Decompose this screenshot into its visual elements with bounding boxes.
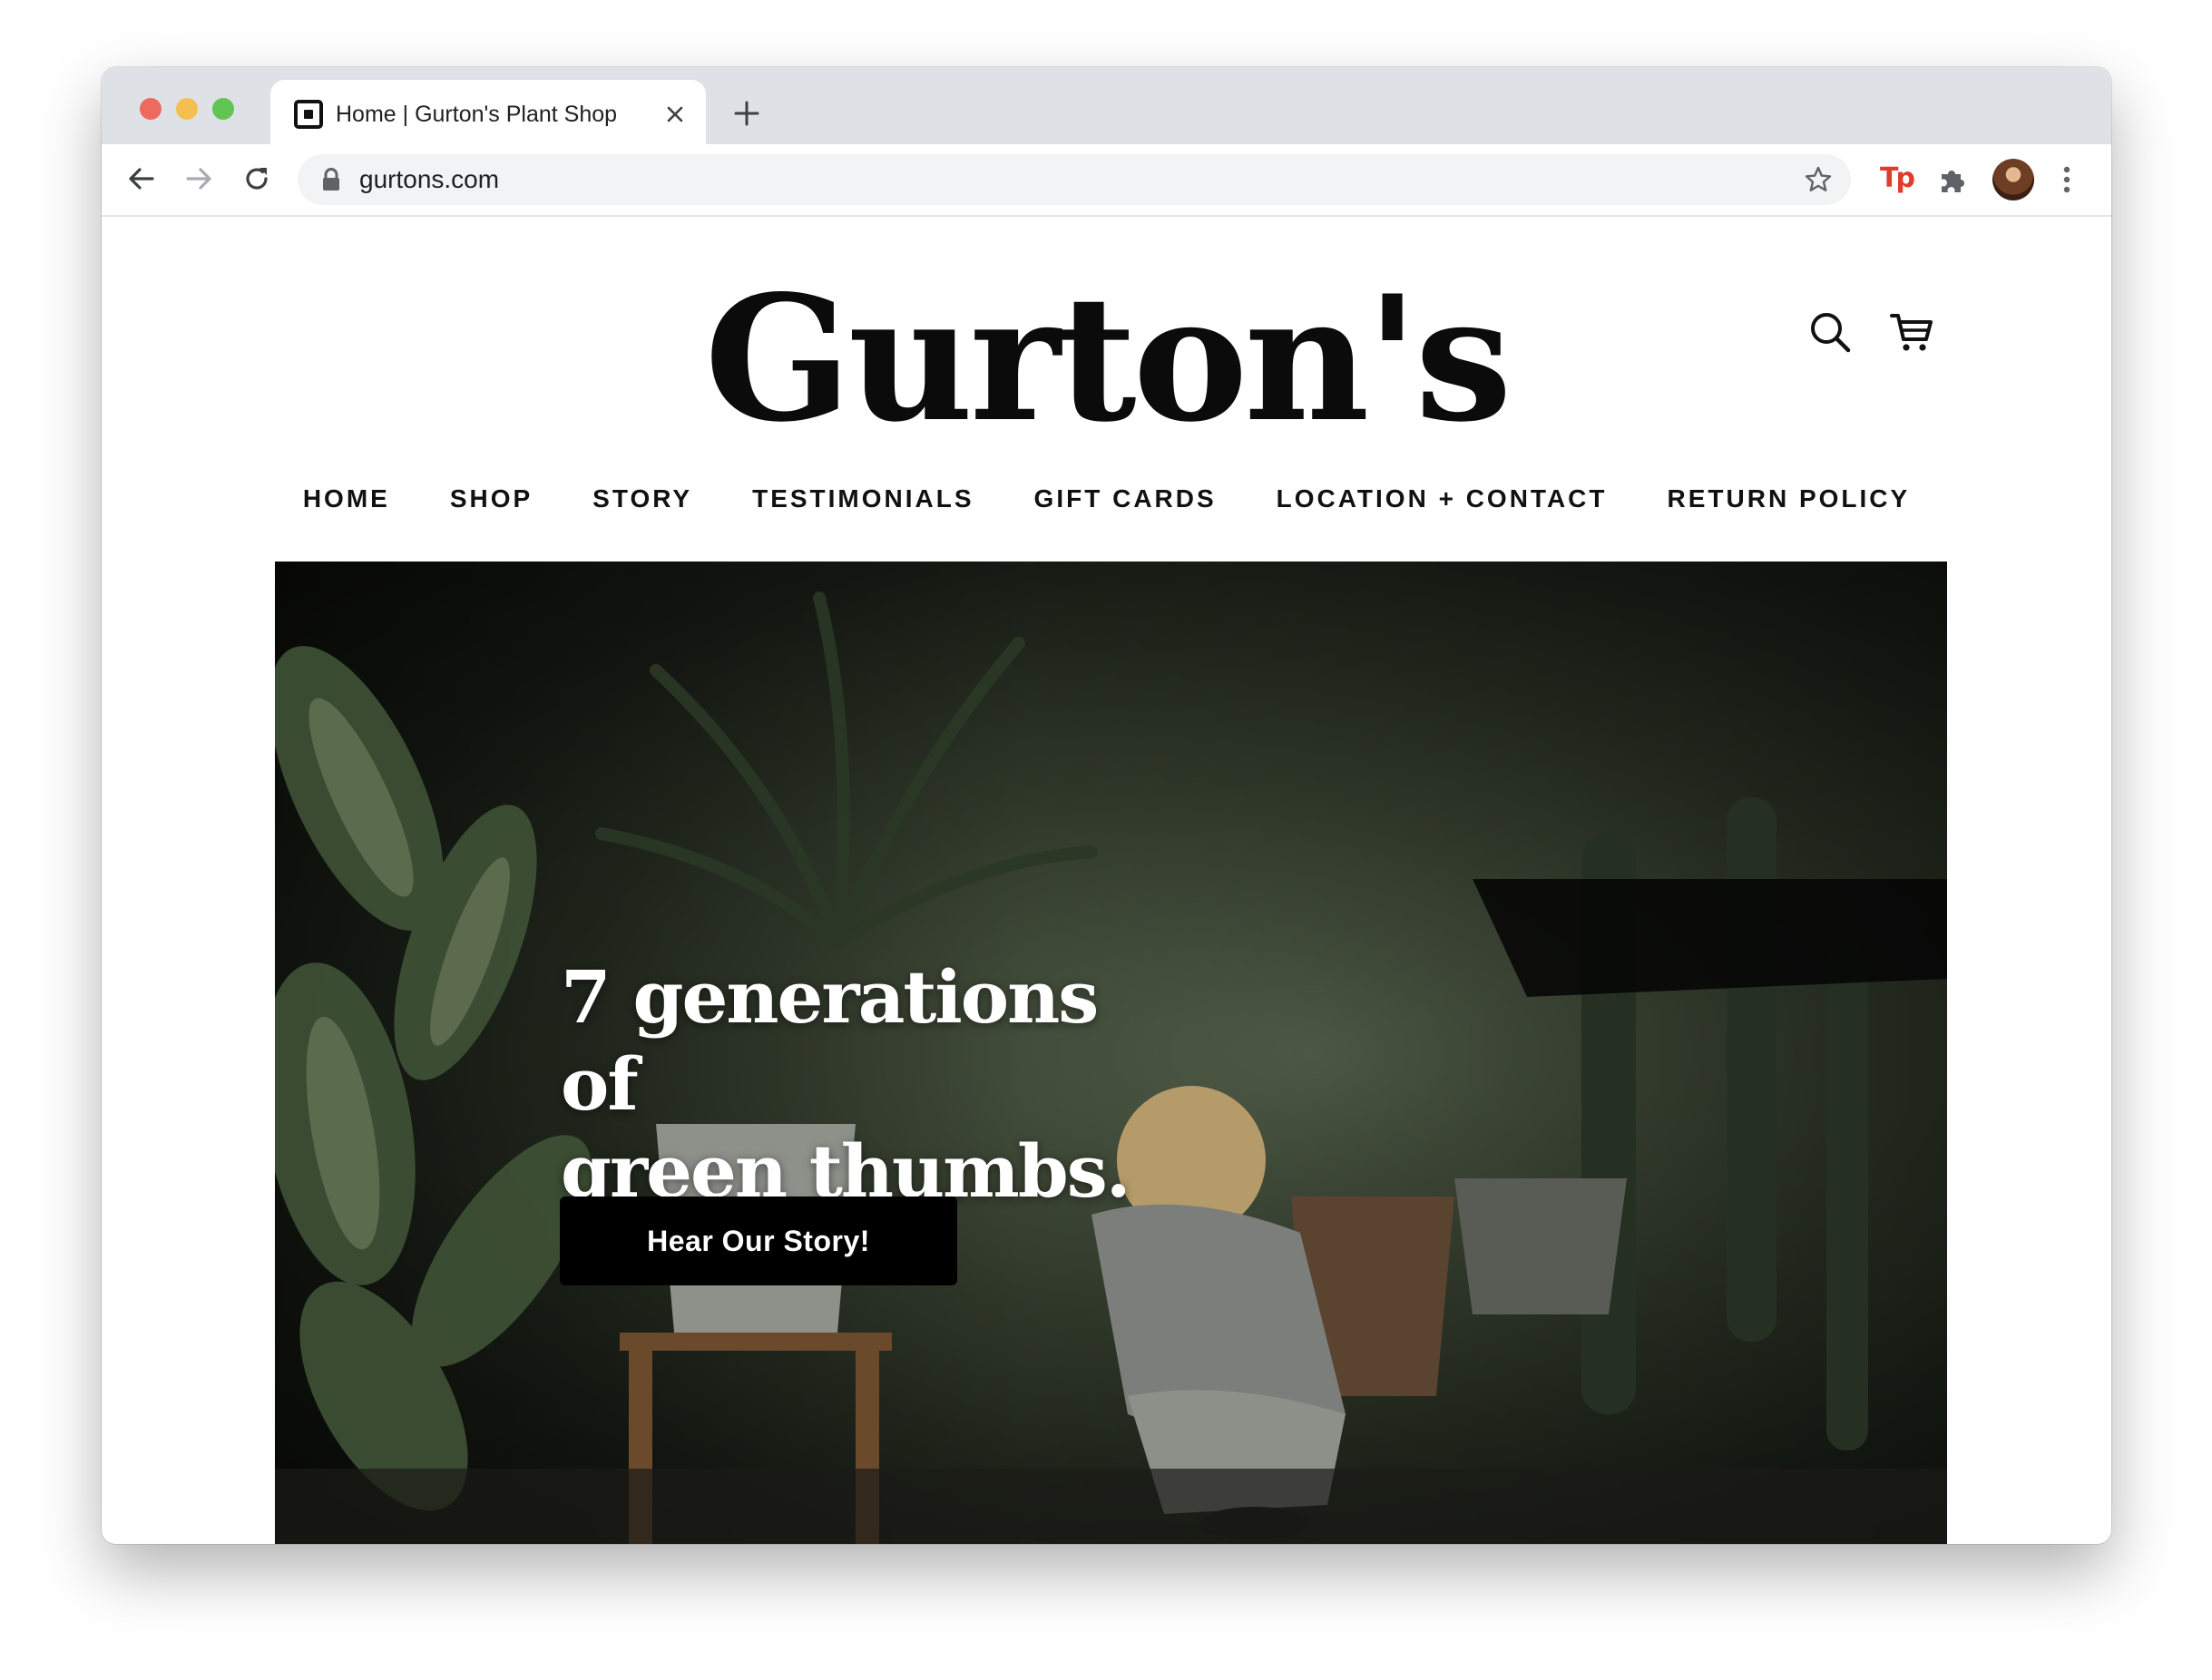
- tab-strip: Home | Gurton's Plant Shop: [102, 67, 2111, 144]
- url-text[interactable]: gurtons.com: [359, 165, 499, 194]
- browser-tab[interactable]: Home | Gurton's Plant Shop: [270, 80, 706, 144]
- maximize-window-button[interactable]: [212, 98, 234, 120]
- tp-extension-icon[interactable]: Tp: [1880, 159, 1915, 199]
- nav-home[interactable]: HOME: [303, 476, 390, 522]
- close-window-button[interactable]: [140, 98, 161, 120]
- square-logo-icon: [294, 100, 323, 129]
- nav-shop[interactable]: SHOP: [450, 476, 533, 522]
- nav-gift-cards[interactable]: GIFT CARDS: [1034, 476, 1217, 522]
- nav-return-policy[interactable]: RETURN POLICY: [1668, 476, 1911, 522]
- nav-testimonials[interactable]: TESTIMONIALS: [752, 476, 974, 522]
- page-content: Gurton's HOME SHOP STORY TESTIMONIALS GI…: [102, 217, 2111, 1544]
- reload-icon[interactable]: [240, 162, 273, 195]
- forward-arrow-icon[interactable]: [182, 162, 215, 195]
- hero-heading: 7 generations of green thumbs.: [561, 953, 1141, 1215]
- main-navigation: HOME SHOP STORY TESTIMONIALS GIFT CARDS …: [102, 476, 2111, 522]
- back-arrow-icon[interactable]: [125, 162, 158, 195]
- site-logo[interactable]: Gurton's: [102, 255, 2111, 464]
- kebab-menu-icon[interactable]: [2061, 164, 2072, 195]
- profile-avatar[interactable]: [1992, 159, 2034, 200]
- nav-story[interactable]: STORY: [592, 476, 692, 522]
- search-icon[interactable]: [1807, 309, 1853, 355]
- address-bar[interactable]: gurtons.com: [298, 154, 1851, 205]
- star-icon[interactable]: [1804, 165, 1833, 194]
- hero-heading-line-1: 7 generations of: [561, 954, 1099, 1127]
- cart-icon[interactable]: [1889, 309, 1934, 355]
- lock-icon[interactable]: [321, 168, 341, 191]
- tab-title: Home | Gurton's Plant Shop: [336, 102, 618, 127]
- nav-location-contact[interactable]: LOCATION + CONTACT: [1277, 476, 1608, 522]
- minimize-window-button[interactable]: [176, 98, 198, 120]
- puzzle-icon[interactable]: [1938, 164, 1969, 195]
- close-icon[interactable]: [662, 102, 688, 127]
- browser-toolbar: gurtons.com Tp: [102, 144, 2111, 217]
- hero-banner: 7 generations of green thumbs. Hear Our …: [275, 562, 1947, 1544]
- plus-icon[interactable]: [731, 98, 762, 129]
- browser-window: Home | Gurton's Plant Shop gurtons.com T…: [102, 67, 2111, 1544]
- hear-our-story-button[interactable]: Hear Our Story!: [560, 1197, 957, 1285]
